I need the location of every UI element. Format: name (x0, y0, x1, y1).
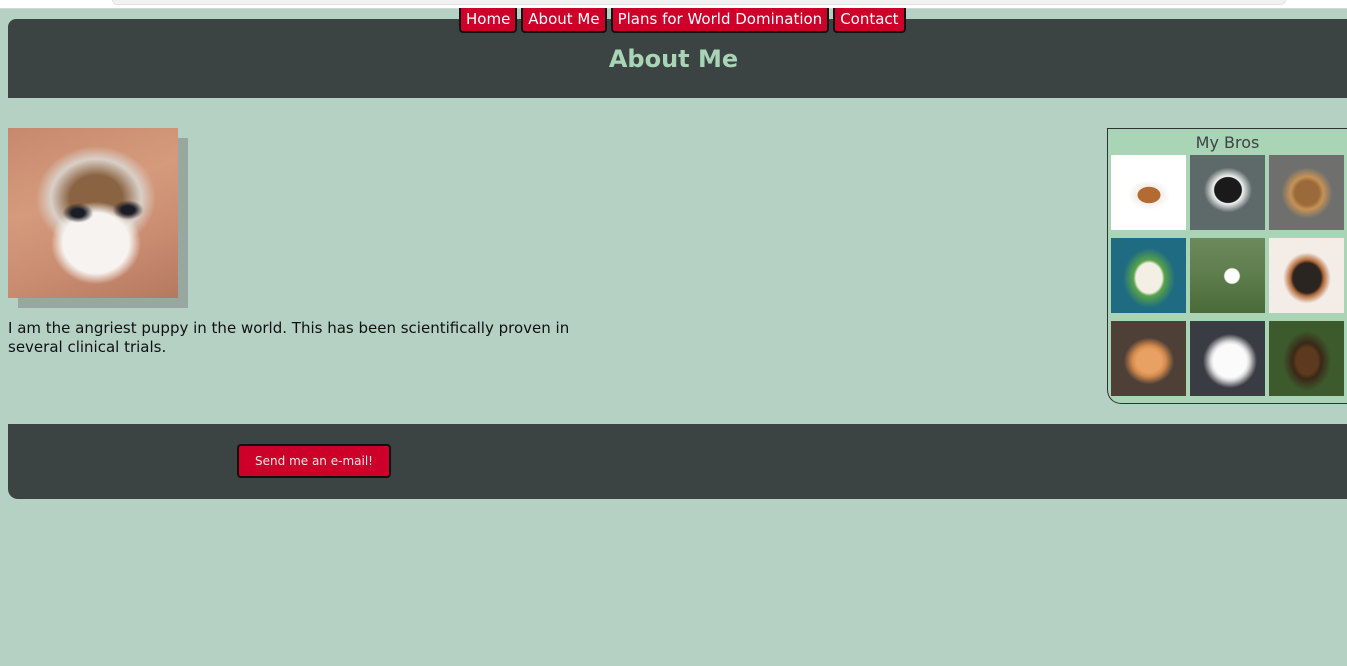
send-email-button[interactable]: Send me an e-mail! (237, 444, 391, 478)
bro-photo-pomeranian[interactable] (1111, 321, 1186, 396)
bros-grid (1111, 155, 1344, 396)
bro-photo-lab-puppy[interactable] (1111, 238, 1186, 313)
bro-photo-ewok[interactable] (1269, 321, 1344, 396)
bro-photo-tan-puppy[interactable] (1269, 155, 1344, 230)
main-nav: Home About Me Plans for World Domination… (459, 8, 906, 33)
profile-photo-container (8, 128, 188, 308)
bros-title: My Bros (1195, 133, 1260, 152)
page-title: About Me (608, 45, 739, 73)
page-footer: Send me an e-mail! (8, 424, 1347, 499)
profile-photo (8, 128, 178, 298)
bro-photo-beagle[interactable] (1111, 155, 1186, 230)
nav-item-contact[interactable]: Contact (833, 8, 906, 33)
nav-item-about-me[interactable]: About Me (521, 8, 607, 33)
bio-text: I am the angriest puppy in the world. Th… (8, 319, 570, 356)
bro-photo-running-puppy[interactable] (1190, 238, 1265, 313)
horizontal-scrollbar[interactable] (112, 0, 1286, 5)
bro-photo-border-collie[interactable] (1190, 155, 1265, 230)
bro-photo-white-puppy[interactable] (1190, 321, 1265, 396)
bros-panel: My Bros (1107, 128, 1347, 404)
nav-item-world-domination[interactable]: Plans for World Domination (610, 8, 830, 33)
nav-item-home[interactable]: Home (459, 8, 518, 33)
bro-photo-rottweiler[interactable] (1269, 238, 1344, 313)
